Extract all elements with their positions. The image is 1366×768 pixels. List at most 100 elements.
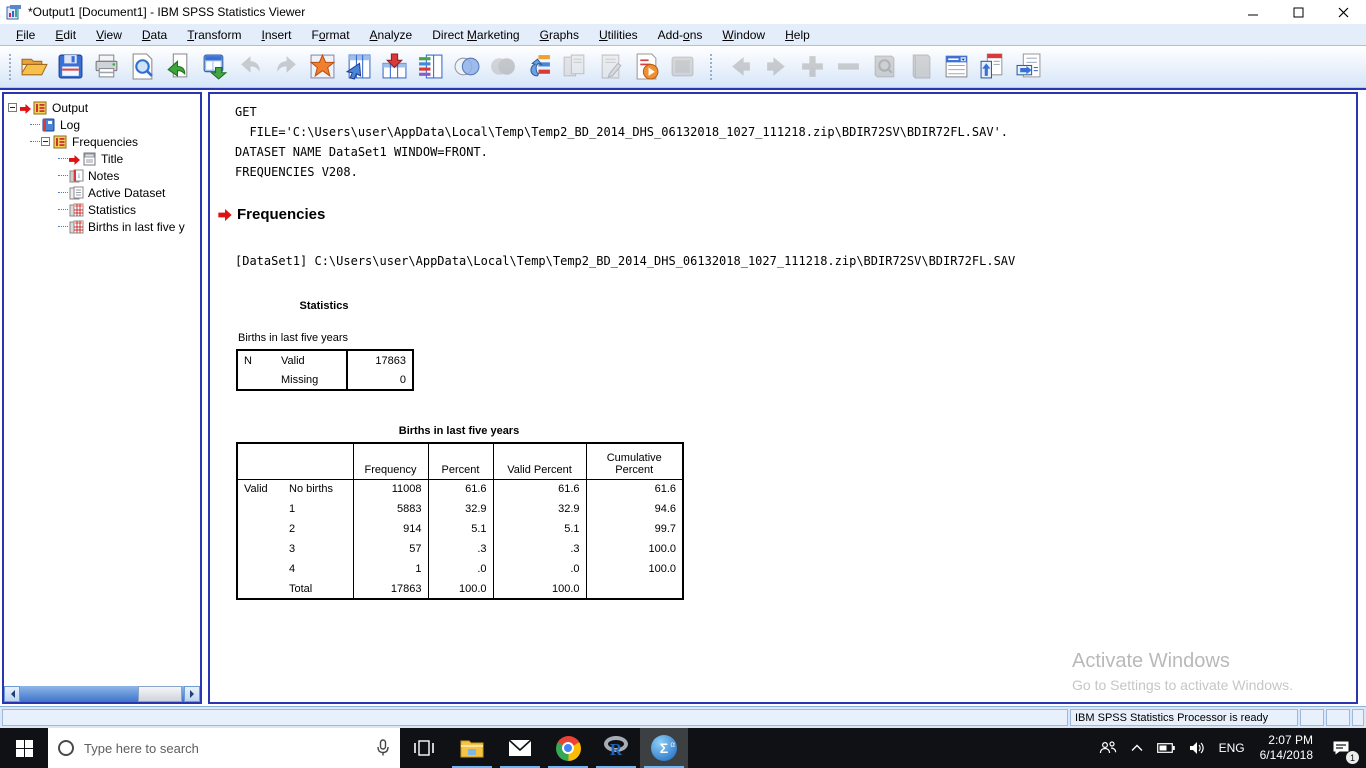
menu-transform[interactable]: Transform bbox=[177, 26, 251, 44]
tree-item-active-dataset[interactable]: Active Dataset bbox=[6, 184, 198, 201]
freq-stub-cell: 4 bbox=[289, 563, 296, 575]
statistics-table[interactable]: N Valid 17863 Missing 0 bbox=[236, 349, 414, 391]
tree-item-log[interactable]: Log bbox=[6, 116, 198, 133]
battery-icon[interactable] bbox=[1150, 728, 1182, 768]
recall-dialogs-button[interactable] bbox=[160, 50, 196, 84]
taskbar-app-spss[interactable]: Σα bbox=[640, 728, 688, 768]
menu-analyze[interactable]: Analyze bbox=[360, 26, 423, 44]
selected-arrow-icon bbox=[69, 154, 80, 165]
tree-item-label: Births in last five y bbox=[88, 219, 185, 234]
freq-header-cell bbox=[237, 443, 283, 480]
menu-graphs[interactable]: Graphs bbox=[530, 26, 589, 44]
tree-expander-icon[interactable] bbox=[8, 103, 17, 112]
tray-chevron-icon[interactable] bbox=[1124, 728, 1150, 768]
goto-case-button[interactable] bbox=[376, 50, 412, 84]
menu-edit[interactable]: Edit bbox=[45, 26, 86, 44]
watermark-line1: Activate Windows bbox=[1072, 650, 1230, 672]
clock-date: 6/14/2018 bbox=[1259, 748, 1313, 762]
print-button[interactable] bbox=[88, 50, 124, 84]
taskbar-app-chrome[interactable] bbox=[544, 728, 592, 768]
dataset-path: [DataSet1] C:\Users\user\AppData\Local\T… bbox=[235, 254, 1016, 268]
insert-text-button[interactable] bbox=[1010, 50, 1046, 84]
volume-icon[interactable] bbox=[1182, 728, 1212, 768]
stats-label-cell bbox=[237, 370, 275, 390]
microphone-icon[interactable] bbox=[376, 739, 390, 757]
taskbar-search[interactable] bbox=[48, 728, 400, 768]
tree-connector bbox=[58, 192, 68, 193]
windows-logo-icon bbox=[15, 739, 33, 757]
freq-value-cell: 32.9 bbox=[427, 499, 493, 519]
menu-format[interactable]: Format bbox=[302, 26, 360, 44]
insert-title-button[interactable] bbox=[974, 50, 1010, 84]
select-last-output-button[interactable] bbox=[520, 50, 556, 84]
menu-utilities[interactable]: Utilities bbox=[589, 26, 648, 44]
taskbar-app-r-studio[interactable]: R bbox=[592, 728, 640, 768]
stats-label-cell: Valid bbox=[281, 354, 305, 367]
notification-center-button[interactable]: 1 bbox=[1321, 728, 1361, 768]
open-data-document-button[interactable] bbox=[16, 50, 52, 84]
start-button[interactable] bbox=[0, 728, 48, 768]
minimize-button[interactable] bbox=[1231, 0, 1276, 24]
menu-file[interactable]: File bbox=[6, 26, 45, 44]
menu-direct-marketing[interactable]: Direct Marketing bbox=[422, 26, 529, 44]
taskbar-clock[interactable]: 2:07 PM 6/14/2018 bbox=[1252, 733, 1321, 763]
tree-item-title[interactable]: Title bbox=[6, 150, 198, 167]
run-script-button[interactable] bbox=[628, 50, 664, 84]
cortana-icon bbox=[58, 740, 74, 756]
freq-value-cell: .3 bbox=[427, 539, 493, 559]
status-filler bbox=[2, 709, 1068, 726]
save-document-button[interactable] bbox=[52, 50, 88, 84]
use-variable-sets-button[interactable] bbox=[448, 50, 484, 84]
frequency-table[interactable]: Frequency Percent Valid Percent Cumulative … bbox=[236, 442, 684, 600]
menu-help[interactable]: Help bbox=[775, 26, 820, 44]
scroll-track[interactable] bbox=[20, 686, 184, 702]
search-input[interactable] bbox=[84, 740, 366, 756]
variables-button[interactable] bbox=[412, 50, 448, 84]
insert-heading-button[interactable] bbox=[938, 50, 974, 84]
language-indicator[interactable]: ENG bbox=[1212, 728, 1252, 768]
freq-value-cell: 100.0 bbox=[492, 579, 586, 599]
close-button[interactable] bbox=[1321, 0, 1366, 24]
tree-item-notes[interactable]: i Notes bbox=[6, 167, 198, 184]
tree-item-births-in-last-five-y[interactable]: Births in last five y bbox=[6, 218, 198, 235]
scroll-right-button[interactable] bbox=[184, 686, 200, 702]
taskbar-app-mail[interactable] bbox=[496, 728, 544, 768]
menu-insert[interactable]: Insert bbox=[251, 26, 301, 44]
taskbar-app-file-explorer[interactable] bbox=[448, 728, 496, 768]
freq-stub-cell: 2 bbox=[289, 523, 296, 535]
freq-value-cell: .0 bbox=[427, 559, 493, 579]
watermark-line2: Go to Settings to activate Windows. bbox=[1072, 677, 1293, 693]
show-all-variables-button bbox=[484, 50, 520, 84]
maximize-button[interactable] bbox=[1276, 0, 1321, 24]
goto-data-button[interactable] bbox=[340, 50, 376, 84]
toolbar bbox=[0, 46, 1366, 88]
tree-item-frequencies[interactable]: Frequencies bbox=[6, 133, 198, 150]
print-preview-button[interactable] bbox=[124, 50, 160, 84]
scroll-thumb[interactable] bbox=[138, 686, 183, 702]
freq-value-cell: .0 bbox=[492, 559, 586, 579]
people-icon[interactable] bbox=[1092, 728, 1124, 768]
outline-hscrollbar[interactable] bbox=[4, 686, 200, 702]
tree-expander-icon[interactable] bbox=[41, 137, 50, 146]
menu-data[interactable]: Data bbox=[132, 26, 177, 44]
tree-item-label: Frequencies bbox=[72, 134, 139, 149]
activate-item-button bbox=[664, 50, 700, 84]
menu-add-ons[interactable]: Add-ons bbox=[648, 26, 713, 44]
task-view-button[interactable] bbox=[400, 728, 448, 768]
menu-view[interactable]: View bbox=[86, 26, 132, 44]
output-pane[interactable]: GET FILE='C:\Users\user\AppData\Local\Te… bbox=[208, 92, 1358, 704]
designate-window-button bbox=[556, 50, 592, 84]
freq-stub-cell bbox=[237, 499, 283, 519]
tree-item-output[interactable]: Output bbox=[6, 99, 198, 116]
outline-pane[interactable]: Output Log Frequencies Title i Notes Active Da… bbox=[2, 92, 202, 704]
stats-value-cell: 0 bbox=[346, 370, 413, 390]
freq-value-cell: 61.6 bbox=[492, 479, 586, 499]
freq-value-cell: 100.0 bbox=[585, 539, 683, 559]
goto-chart-button[interactable] bbox=[304, 50, 340, 84]
stats-value-cell: 17863 bbox=[346, 350, 413, 370]
scroll-left-button[interactable] bbox=[4, 686, 20, 702]
tree-item-statistics[interactable]: Statistics bbox=[6, 201, 198, 218]
export-output-button[interactable] bbox=[196, 50, 232, 84]
frequency-table-title: Births in last five years bbox=[398, 425, 520, 437]
menu-window[interactable]: Window bbox=[712, 26, 775, 44]
